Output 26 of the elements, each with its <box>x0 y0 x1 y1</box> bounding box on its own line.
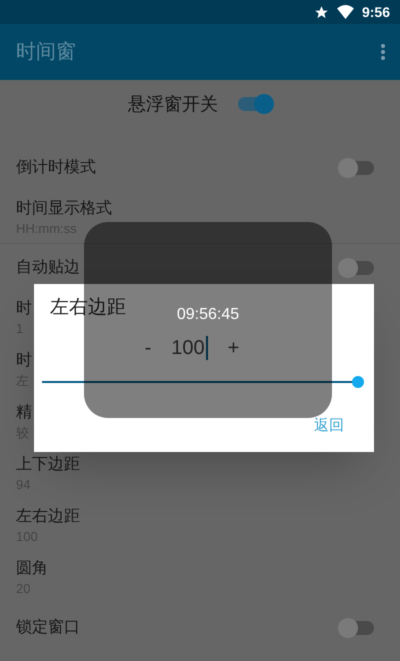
setting-title: 锁定窗口 <box>16 618 80 638</box>
minus-button[interactable]: - <box>140 332 156 362</box>
app-title: 时间窗 <box>16 40 76 65</box>
toggle-switch[interactable] <box>340 621 374 635</box>
setting-title: 上下边距 <box>16 454 80 475</box>
plus-button[interactable]: + <box>224 332 244 362</box>
toggle-switch[interactable] <box>340 261 374 275</box>
setting-title: 精 <box>16 403 32 423</box>
setting-title: 圆角 <box>16 559 48 579</box>
switch-label: 悬浮窗开关 <box>128 92 218 116</box>
setting-title: 时 <box>16 298 32 319</box>
star-icon <box>314 4 329 20</box>
setting-title: 时间显示格式 <box>16 198 112 218</box>
slider-thumb[interactable] <box>352 376 364 388</box>
status-time: 9:56 <box>362 2 390 22</box>
back-button[interactable]: 返回 <box>314 414 344 437</box>
setting-title: 左右边距 <box>16 506 80 527</box>
toggle-switch[interactable] <box>238 97 272 111</box>
setting-title: 倒计时模式 <box>16 158 96 178</box>
setting-title: 自动贴边 <box>16 258 80 278</box>
toggle-switch[interactable] <box>340 161 374 175</box>
setting-title: 时 <box>16 350 32 371</box>
wifi-icon <box>336 5 354 19</box>
more-options-icon[interactable] <box>380 43 386 61</box>
number-input[interactable]: 100 <box>171 336 208 360</box>
clock-time: 09:56:45 <box>176 305 240 325</box>
